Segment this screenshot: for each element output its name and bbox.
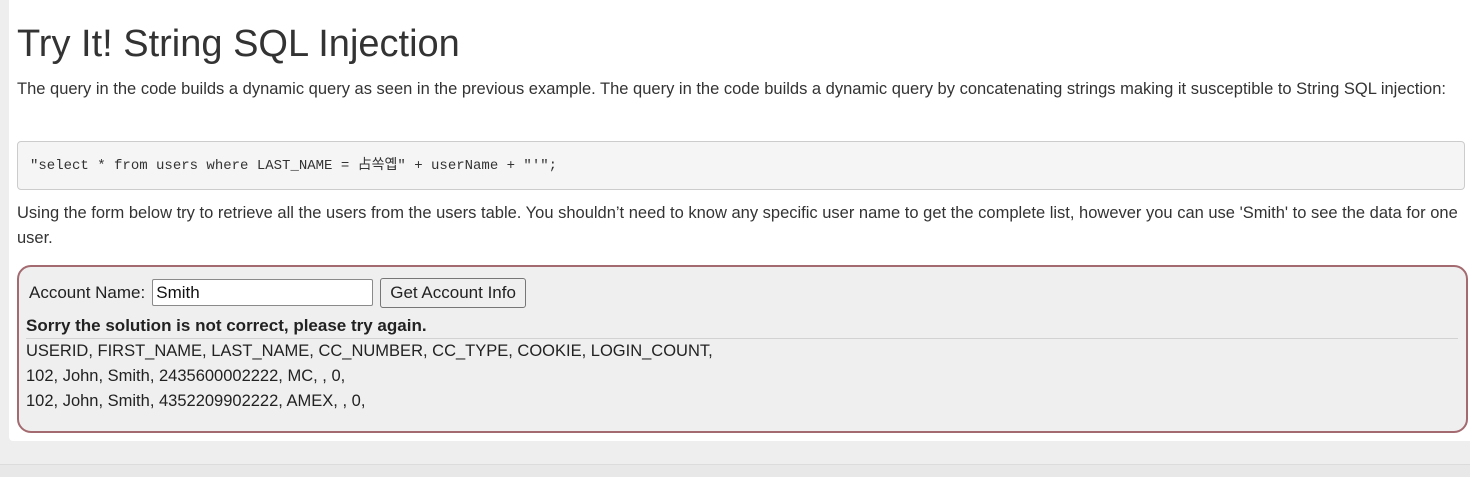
page-title: Try It! String SQL Injection — [17, 23, 460, 65]
output-line: 102, John, Smith, 2435600002222, MC, , 0… — [26, 367, 346, 385]
instructions-text: Using the form below try to retrieve all… — [17, 204, 1458, 247]
intro-text: The query in the code builds a dynamic q… — [17, 80, 1446, 98]
page-footer-strip — [0, 464, 1470, 477]
account-name-input[interactable] — [152, 279, 374, 306]
account-form: Account Name: Get Account Info — [29, 277, 526, 308]
code-snippet: "select * from users where LAST_NAME = 占… — [17, 141, 1465, 190]
query-output: USERID, FIRST_NAME, LAST_NAME, CC_NUMBER… — [26, 339, 713, 414]
get-account-info-button[interactable]: Get Account Info — [380, 277, 526, 308]
attack-form-container: Account Name: Get Account Info Sorry the… — [17, 265, 1468, 433]
lesson-content-panel: Try It! String SQL Injection The query i… — [9, 0, 1470, 441]
output-line: 102, John, Smith, 4352209902222, AMEX, ,… — [26, 392, 366, 410]
feedback-message: Sorry the solution is not correct, pleas… — [26, 315, 1458, 339]
output-line: USERID, FIRST_NAME, LAST_NAME, CC_NUMBER… — [26, 342, 713, 360]
account-name-label: Account Name: — [29, 282, 146, 302]
